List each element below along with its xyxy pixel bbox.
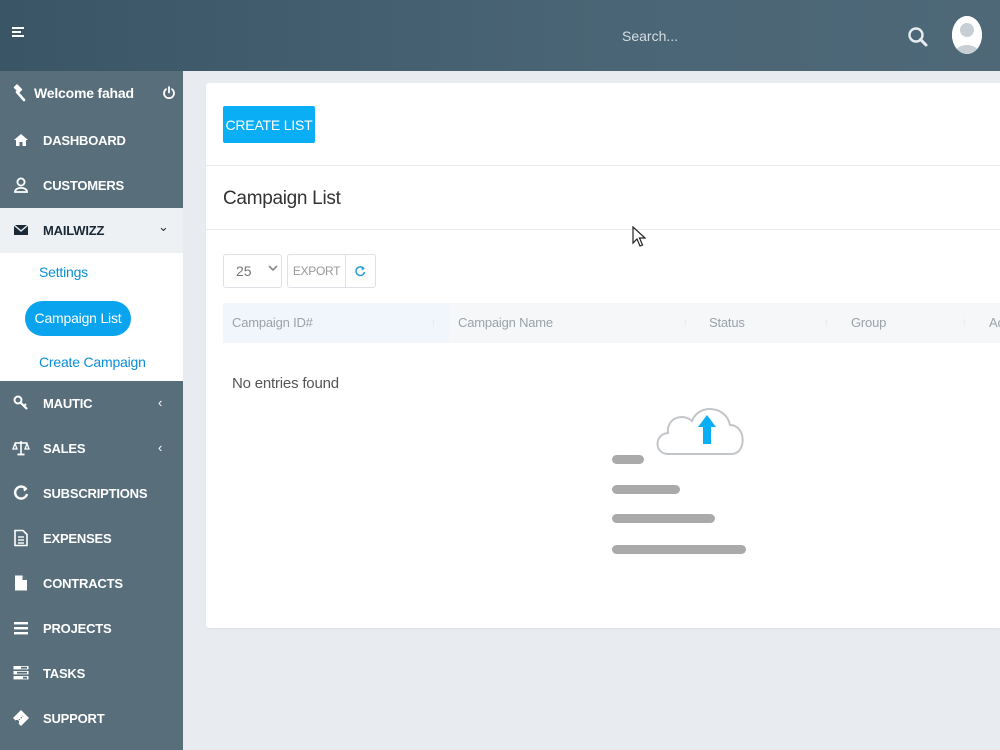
menu-toggle-icon[interactable] <box>12 27 24 39</box>
refresh-icon <box>355 266 366 277</box>
sidebar-item-customers[interactable]: CUSTOMERS <box>0 163 183 208</box>
sort-icon: ⁞ <box>432 318 435 328</box>
envelope-icon <box>13 224 29 235</box>
sidebar-item-label: CUSTOMERS <box>43 178 125 193</box>
ticket-icon <box>13 710 29 726</box>
sidebar-item-label: MAILWIZZ <box>43 223 105 238</box>
table-header: Campaign ID# ⁞ Campaign Name ⁞ Status ⁞ … <box>223 303 1000 343</box>
balance-scale-icon <box>12 441 30 456</box>
export-button[interactable]: EXPORT <box>288 255 346 287</box>
sidebar-item-label: SALES <box>43 441 86 456</box>
sidebar-item-label: SUBSCRIPTIONS <box>43 486 148 501</box>
power-icon[interactable] <box>162 86 176 100</box>
search-input[interactable] <box>612 22 892 50</box>
key-icon <box>13 395 28 410</box>
sidebar-item-label: TASKS <box>43 666 86 681</box>
mailwizz-submenu: Settings Campaign List Create Campaign <box>0 253 183 381</box>
column-label: Status <box>709 315 745 330</box>
sort-icon: ⁞ <box>684 318 687 328</box>
cloud-upload-icon <box>656 408 744 455</box>
sidebar: Welcome fahad DASHBOARD CUSTOMERS MAILWI… <box>0 71 183 750</box>
chevron-left-icon: ‹ <box>158 395 163 410</box>
chevron-down-icon <box>268 264 278 275</box>
search-icon[interactable] <box>907 26 929 48</box>
sidebar-item-label: DASHBOARD <box>43 133 126 148</box>
mouse-cursor-icon <box>632 226 646 247</box>
sidebar-item-label: SUPPORT <box>43 711 105 726</box>
submenu-item-create-campaign[interactable]: Create Campaign <box>39 354 146 370</box>
gavel-icon <box>13 84 26 102</box>
column-label: Campaign ID# <box>232 315 313 330</box>
submenu-item-settings[interactable]: Settings <box>39 264 88 280</box>
campaign-list-panel: CREATE LIST Campaign List 25 EXPORT Camp… <box>206 83 1000 628</box>
top-header <box>0 0 1000 71</box>
page-size-select[interactable]: 25 <box>223 254 282 288</box>
home-icon <box>14 134 28 146</box>
column-label: Ac <box>989 315 1000 330</box>
chevron-left-icon: ‹ <box>158 440 163 455</box>
column-label: Campaign Name <box>458 315 553 330</box>
submenu-item-campaign-list[interactable]: Campaign List <box>25 301 131 336</box>
sidebar-item-label: CONTRACTS <box>43 576 123 591</box>
reload-table-button[interactable] <box>346 255 375 287</box>
file-text-icon <box>14 529 28 547</box>
sidebar-item-contracts[interactable]: CONTRACTS <box>0 561 183 606</box>
welcome-text: Welcome fahad <box>34 85 134 101</box>
sort-icon: ⁞ <box>963 318 966 328</box>
sort-icon: ⁞ <box>825 318 828 328</box>
column-header-status[interactable]: Status ⁞ <box>709 303 839 343</box>
bars-icon <box>14 622 28 635</box>
table-tools: EXPORT <box>287 254 376 288</box>
tasks-icon <box>13 666 29 680</box>
sidebar-item-support[interactable]: SUPPORT <box>0 696 183 741</box>
sidebar-item-expenses[interactable]: EXPENSES <box>0 516 183 561</box>
divider <box>206 165 1000 166</box>
page-title: Campaign List <box>223 188 341 209</box>
document-lines-icon <box>612 455 746 554</box>
page-size-value: 25 <box>236 263 252 279</box>
chevron-down-icon: ⌄ <box>158 219 169 234</box>
file-icon <box>15 575 27 591</box>
column-header-campaign-id[interactable]: Campaign ID# ⁞ <box>223 303 449 343</box>
empty-state-illustration <box>612 408 746 554</box>
column-header-actions[interactable]: Ac <box>989 303 1000 343</box>
sidebar-item-dashboard[interactable]: DASHBOARD <box>0 118 183 163</box>
welcome-bar: Welcome fahad <box>0 71 183 116</box>
sidebar-item-label: MAUTIC <box>43 396 93 411</box>
sidebar-item-projects[interactable]: PROJECTS <box>0 606 183 651</box>
sidebar-item-label: PROJECTS <box>43 621 112 636</box>
create-list-button[interactable]: CREATE LIST <box>223 106 315 143</box>
sidebar-item-mautic[interactable]: MAUTIC ‹ <box>0 381 183 426</box>
sidebar-item-label: EXPENSES <box>43 531 112 546</box>
divider <box>206 229 1000 230</box>
column-header-campaign-name[interactable]: Campaign Name ⁞ <box>458 303 698 343</box>
column-label: Group <box>851 315 887 330</box>
sidebar-item-sales[interactable]: SALES ‹ <box>0 426 183 471</box>
refresh-icon <box>14 485 29 500</box>
sidebar-item-mailwizz[interactable]: MAILWIZZ ⌄ <box>0 208 183 253</box>
user-avatar[interactable] <box>952 16 982 54</box>
user-icon <box>14 177 28 193</box>
empty-table-message: No entries found <box>232 375 339 392</box>
sidebar-item-subscriptions[interactable]: SUBSCRIPTIONS <box>0 471 183 516</box>
sidebar-item-tasks[interactable]: TASKS <box>0 651 183 696</box>
column-header-group[interactable]: Group ⁞ <box>851 303 981 343</box>
